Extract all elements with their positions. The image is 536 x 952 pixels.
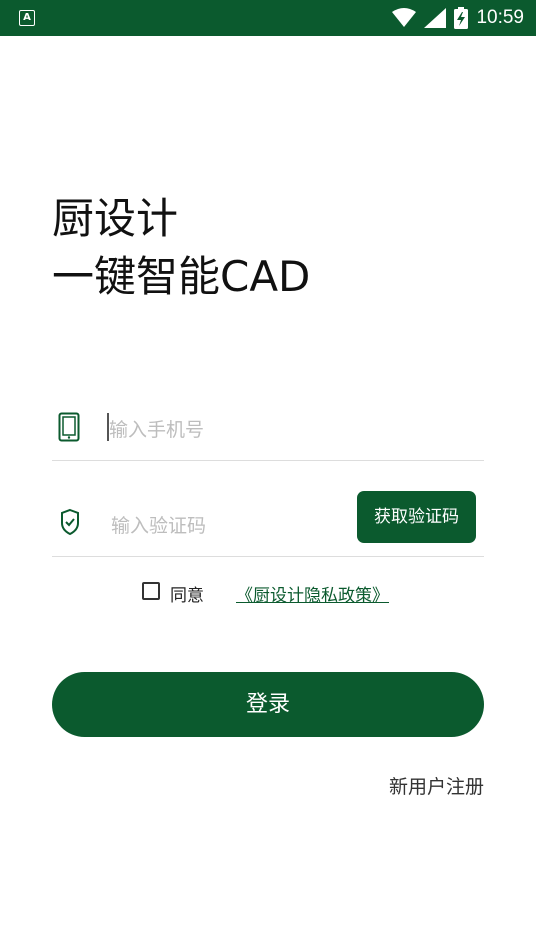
agree-checkbox[interactable] [142, 582, 160, 600]
get-code-button[interactable]: 获取验证码 [357, 491, 476, 543]
headline-subtitle: 一键智能CAD [52, 252, 311, 301]
battery-charging-icon [454, 7, 469, 29]
code-input-underline [52, 556, 484, 557]
phone-input[interactable]: 输入手机号 [109, 415, 204, 442]
app-notification-icon: A [19, 10, 35, 26]
agree-label: 同意 [170, 586, 204, 606]
shield-check-icon [61, 508, 79, 536]
status-bar: A 10:59 [0, 0, 536, 36]
headline-title: 厨设计 [52, 194, 179, 243]
verification-code-input[interactable]: 输入验证码 [111, 511, 206, 538]
phone-input-underline [52, 460, 484, 461]
headline: 厨设计 一键智能CAD [52, 190, 310, 306]
wifi-icon [392, 8, 417, 27]
privacy-policy-link[interactable]: 《厨设计隐私政策》 [236, 581, 389, 606]
cellular-signal-icon [424, 8, 447, 28]
status-time: 10:59 [476, 7, 524, 28]
phone-icon [58, 412, 80, 442]
register-link[interactable]: 新用户注册 [389, 772, 484, 799]
status-indicators: 10:59 [392, 0, 524, 36]
login-button[interactable]: 登录 [52, 672, 484, 737]
